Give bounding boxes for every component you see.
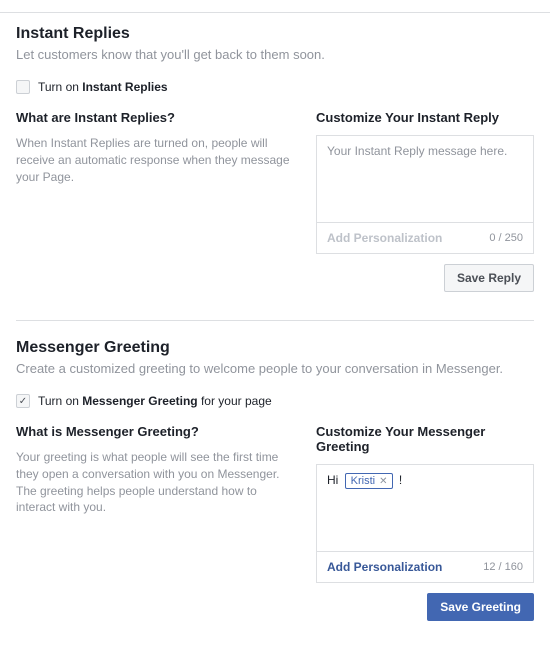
instant-replies-customize-heading: Customize Your Instant Reply [316,110,534,125]
instant-reply-placeholder: Your Instant Reply message here. [327,144,507,158]
instant-reply-meta-row: Add Personalization 0 / 250 [316,223,534,254]
messenger-greeting-subtitle: Create a customized greeting to welcome … [16,361,534,376]
token-remove-icon[interactable]: ✕ [379,476,387,487]
add-personalization-button[interactable]: Add Personalization [327,560,442,574]
add-personalization-button[interactable]: Add Personalization [327,231,442,245]
messenger-greeting-checkbox[interactable] [16,394,30,408]
messenger-greeting-meta-row: Add Personalization 12 / 160 [316,552,534,583]
messenger-greeting-button-row: Save Greeting [316,593,534,621]
instant-replies-checkbox[interactable] [16,80,30,94]
messenger-greeting-section: Messenger Greeting Create a customized g… [16,339,534,641]
messenger-greeting-title: Messenger Greeting [16,339,534,357]
instant-replies-columns: What are Instant Replies? When Instant R… [16,110,534,292]
instant-replies-checkbox-label: Turn on Instant Replies [38,80,168,94]
messenger-greeting-info-col: What is Messenger Greeting? Your greetin… [16,424,296,621]
messenger-greeting-char-count: 12 / 160 [483,561,523,573]
messenger-greeting-toggle-row[interactable]: Turn on Messenger Greeting for your page [16,394,534,408]
messenger-greeting-info-desc: Your greeting is what people will see th… [16,449,296,516]
instant-reply-button-row: Save Reply [316,264,534,292]
instant-replies-title: Instant Replies [16,25,534,43]
instant-replies-customize-col: Customize Your Instant Reply Your Instan… [316,110,534,292]
messenger-greeting-columns: What is Messenger Greeting? Your greetin… [16,424,534,621]
save-greeting-button[interactable]: Save Greeting [427,593,534,621]
personalization-token[interactable]: Kristi ✕ [345,473,393,489]
instant-replies-section: Instant Replies Let customers know that … [16,25,534,312]
messenger-greeting-checkbox-label: Turn on Messenger Greeting for your page [38,394,272,408]
section-divider [16,320,534,321]
instant-replies-toggle-row[interactable]: Turn on Instant Replies [16,80,534,94]
token-label: Kristi [351,475,375,487]
instant-replies-info-col: What are Instant Replies? When Instant R… [16,110,296,292]
greeting-prefix: Hi [327,473,342,487]
messenger-greeting-info-heading: What is Messenger Greeting? [16,424,296,439]
instant-replies-info-desc: When Instant Replies are turned on, peop… [16,135,296,185]
instant-replies-subtitle: Let customers know that you'll get back … [16,47,534,62]
top-divider [0,12,550,13]
messenger-greeting-customize-col: Customize Your Messenger Greeting Hi Kri… [316,424,534,621]
instant-reply-textarea[interactable]: Your Instant Reply message here. [316,135,534,223]
greeting-suffix: ! [399,473,402,487]
messenger-greeting-customize-heading: Customize Your Messenger Greeting [316,424,534,454]
messenger-greeting-textarea[interactable]: Hi Kristi ✕ ! [316,464,534,552]
instant-replies-info-heading: What are Instant Replies? [16,110,296,125]
save-reply-button[interactable]: Save Reply [444,264,534,292]
instant-reply-char-count: 0 / 250 [489,232,523,244]
